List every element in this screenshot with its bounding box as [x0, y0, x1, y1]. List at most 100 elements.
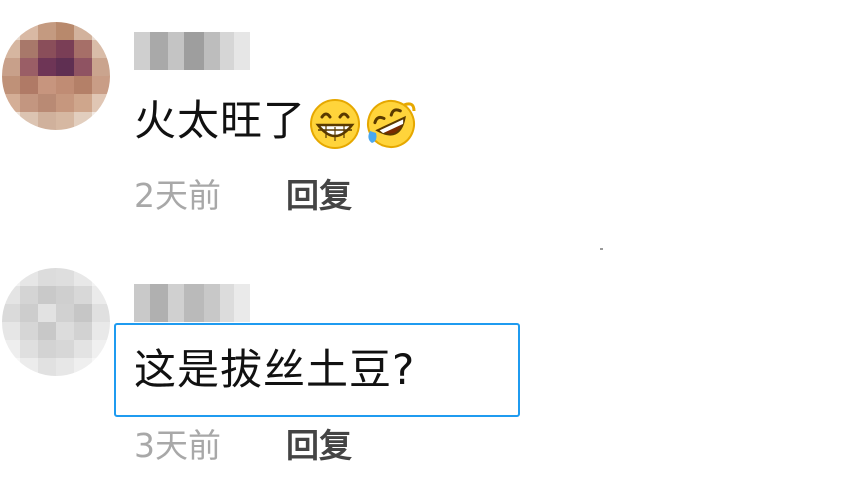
comment-item: 这是拔丝土豆? 3天前 回复	[0, 250, 850, 500]
avatar-pixel	[2, 112, 20, 130]
avatar-pixel	[38, 340, 56, 358]
avatar-pixel	[2, 304, 20, 322]
username-pixel	[134, 284, 150, 322]
username-pixel	[168, 32, 184, 70]
avatar-pixel	[20, 112, 38, 130]
avatar-pixel	[56, 76, 74, 94]
avatar-pixel	[74, 304, 92, 322]
avatar-pixel	[2, 268, 20, 286]
avatar-pixel	[38, 304, 56, 322]
avatar-pixel	[38, 112, 56, 130]
username-pixelated[interactable]	[134, 32, 250, 70]
avatar-pixel	[20, 76, 38, 94]
avatar-pixel	[20, 304, 38, 322]
avatar-pixel	[2, 58, 20, 76]
avatar-pixel	[20, 358, 38, 376]
avatar-pixel	[20, 22, 38, 40]
avatar-pixel	[74, 94, 92, 112]
avatar-pixel	[74, 22, 92, 40]
avatar-pixel	[2, 22, 20, 40]
avatar-pixel	[74, 58, 92, 76]
comment-item: 火太旺了 2天前 回复	[0, 0, 850, 250]
username-pixel	[234, 32, 250, 70]
avatar-pixel	[20, 40, 38, 58]
avatar-pixel	[20, 58, 38, 76]
avatar-pixel	[74, 322, 92, 340]
username-pixel	[204, 284, 220, 322]
avatar-pixel	[38, 286, 56, 304]
rolling-laughing-icon	[367, 99, 416, 148]
comment-text-content: 火太旺了	[134, 96, 307, 145]
username-pixel	[220, 32, 234, 70]
pixelated-avatar-image	[2, 268, 110, 376]
comment-text: 这是拔丝土豆?	[134, 345, 415, 395]
pixelated-avatar-image	[2, 22, 110, 130]
username-pixel	[234, 284, 250, 322]
avatar-pixel	[92, 40, 110, 58]
avatar-pixel	[38, 358, 56, 376]
comment-timestamp: 2天前	[134, 176, 221, 215]
avatar-pixel	[56, 268, 74, 286]
avatar-pixel	[56, 286, 74, 304]
avatar-pixel	[20, 322, 38, 340]
avatar-pixel	[20, 94, 38, 112]
avatar-pixel	[74, 286, 92, 304]
avatar-pixel	[74, 268, 92, 286]
username-pixel	[150, 284, 168, 322]
avatar-pixel	[92, 304, 110, 322]
avatar-pixel	[92, 22, 110, 40]
avatar-pixel	[20, 286, 38, 304]
avatar-pixel	[38, 58, 56, 76]
avatar-pixel	[74, 112, 92, 130]
highlighted-comment-box: 这是拔丝土豆?	[114, 323, 520, 417]
avatar-pixel	[38, 40, 56, 58]
avatar-pixel	[56, 304, 74, 322]
avatar-pixel	[2, 40, 20, 58]
avatar-pixel	[92, 268, 110, 286]
username-pixel	[184, 284, 204, 322]
avatar-pixel	[74, 40, 92, 58]
avatar-pixel	[92, 286, 110, 304]
avatar-pixel	[56, 322, 74, 340]
avatar[interactable]	[2, 22, 110, 130]
avatar-pixel	[56, 58, 74, 76]
avatar-pixel	[56, 94, 74, 112]
avatar-pixel	[74, 76, 92, 94]
avatar-pixel	[92, 340, 110, 358]
avatar-pixel	[2, 322, 20, 340]
username-pixel	[220, 284, 234, 322]
avatar-pixel	[56, 112, 74, 130]
avatar-pixel	[2, 340, 20, 358]
reply-button[interactable]: 回复	[286, 426, 352, 466]
avatar-pixel	[2, 286, 20, 304]
avatar-pixel	[38, 76, 56, 94]
avatar[interactable]	[2, 268, 110, 376]
avatar-pixel	[38, 322, 56, 340]
avatar-pixel	[92, 322, 110, 340]
avatar-pixel	[20, 268, 38, 286]
avatar-pixel	[38, 268, 56, 286]
avatar-pixel	[20, 340, 38, 358]
avatar-pixel	[74, 340, 92, 358]
avatar-pixel	[2, 76, 20, 94]
username-pixel	[150, 32, 168, 70]
username-pixel	[168, 284, 184, 322]
avatar-pixel	[92, 358, 110, 376]
avatar-pixel	[56, 40, 74, 58]
avatar-pixel	[38, 94, 56, 112]
avatar-pixel	[56, 340, 74, 358]
avatar-pixel	[92, 58, 110, 76]
avatar-pixel	[92, 76, 110, 94]
avatar-pixel	[74, 358, 92, 376]
username-pixel	[184, 32, 204, 70]
avatar-pixel	[56, 22, 74, 40]
username-pixelated[interactable]	[134, 284, 250, 322]
avatar-pixel	[38, 22, 56, 40]
avatar-pixel	[2, 358, 20, 376]
avatar-pixel	[2, 94, 20, 112]
avatar-pixel	[56, 358, 74, 376]
comment-meta: 3天前 回复	[134, 426, 352, 466]
username-pixel	[204, 32, 220, 70]
reply-button[interactable]: 回复	[286, 176, 352, 216]
comment-timestamp: 3天前	[134, 426, 221, 465]
